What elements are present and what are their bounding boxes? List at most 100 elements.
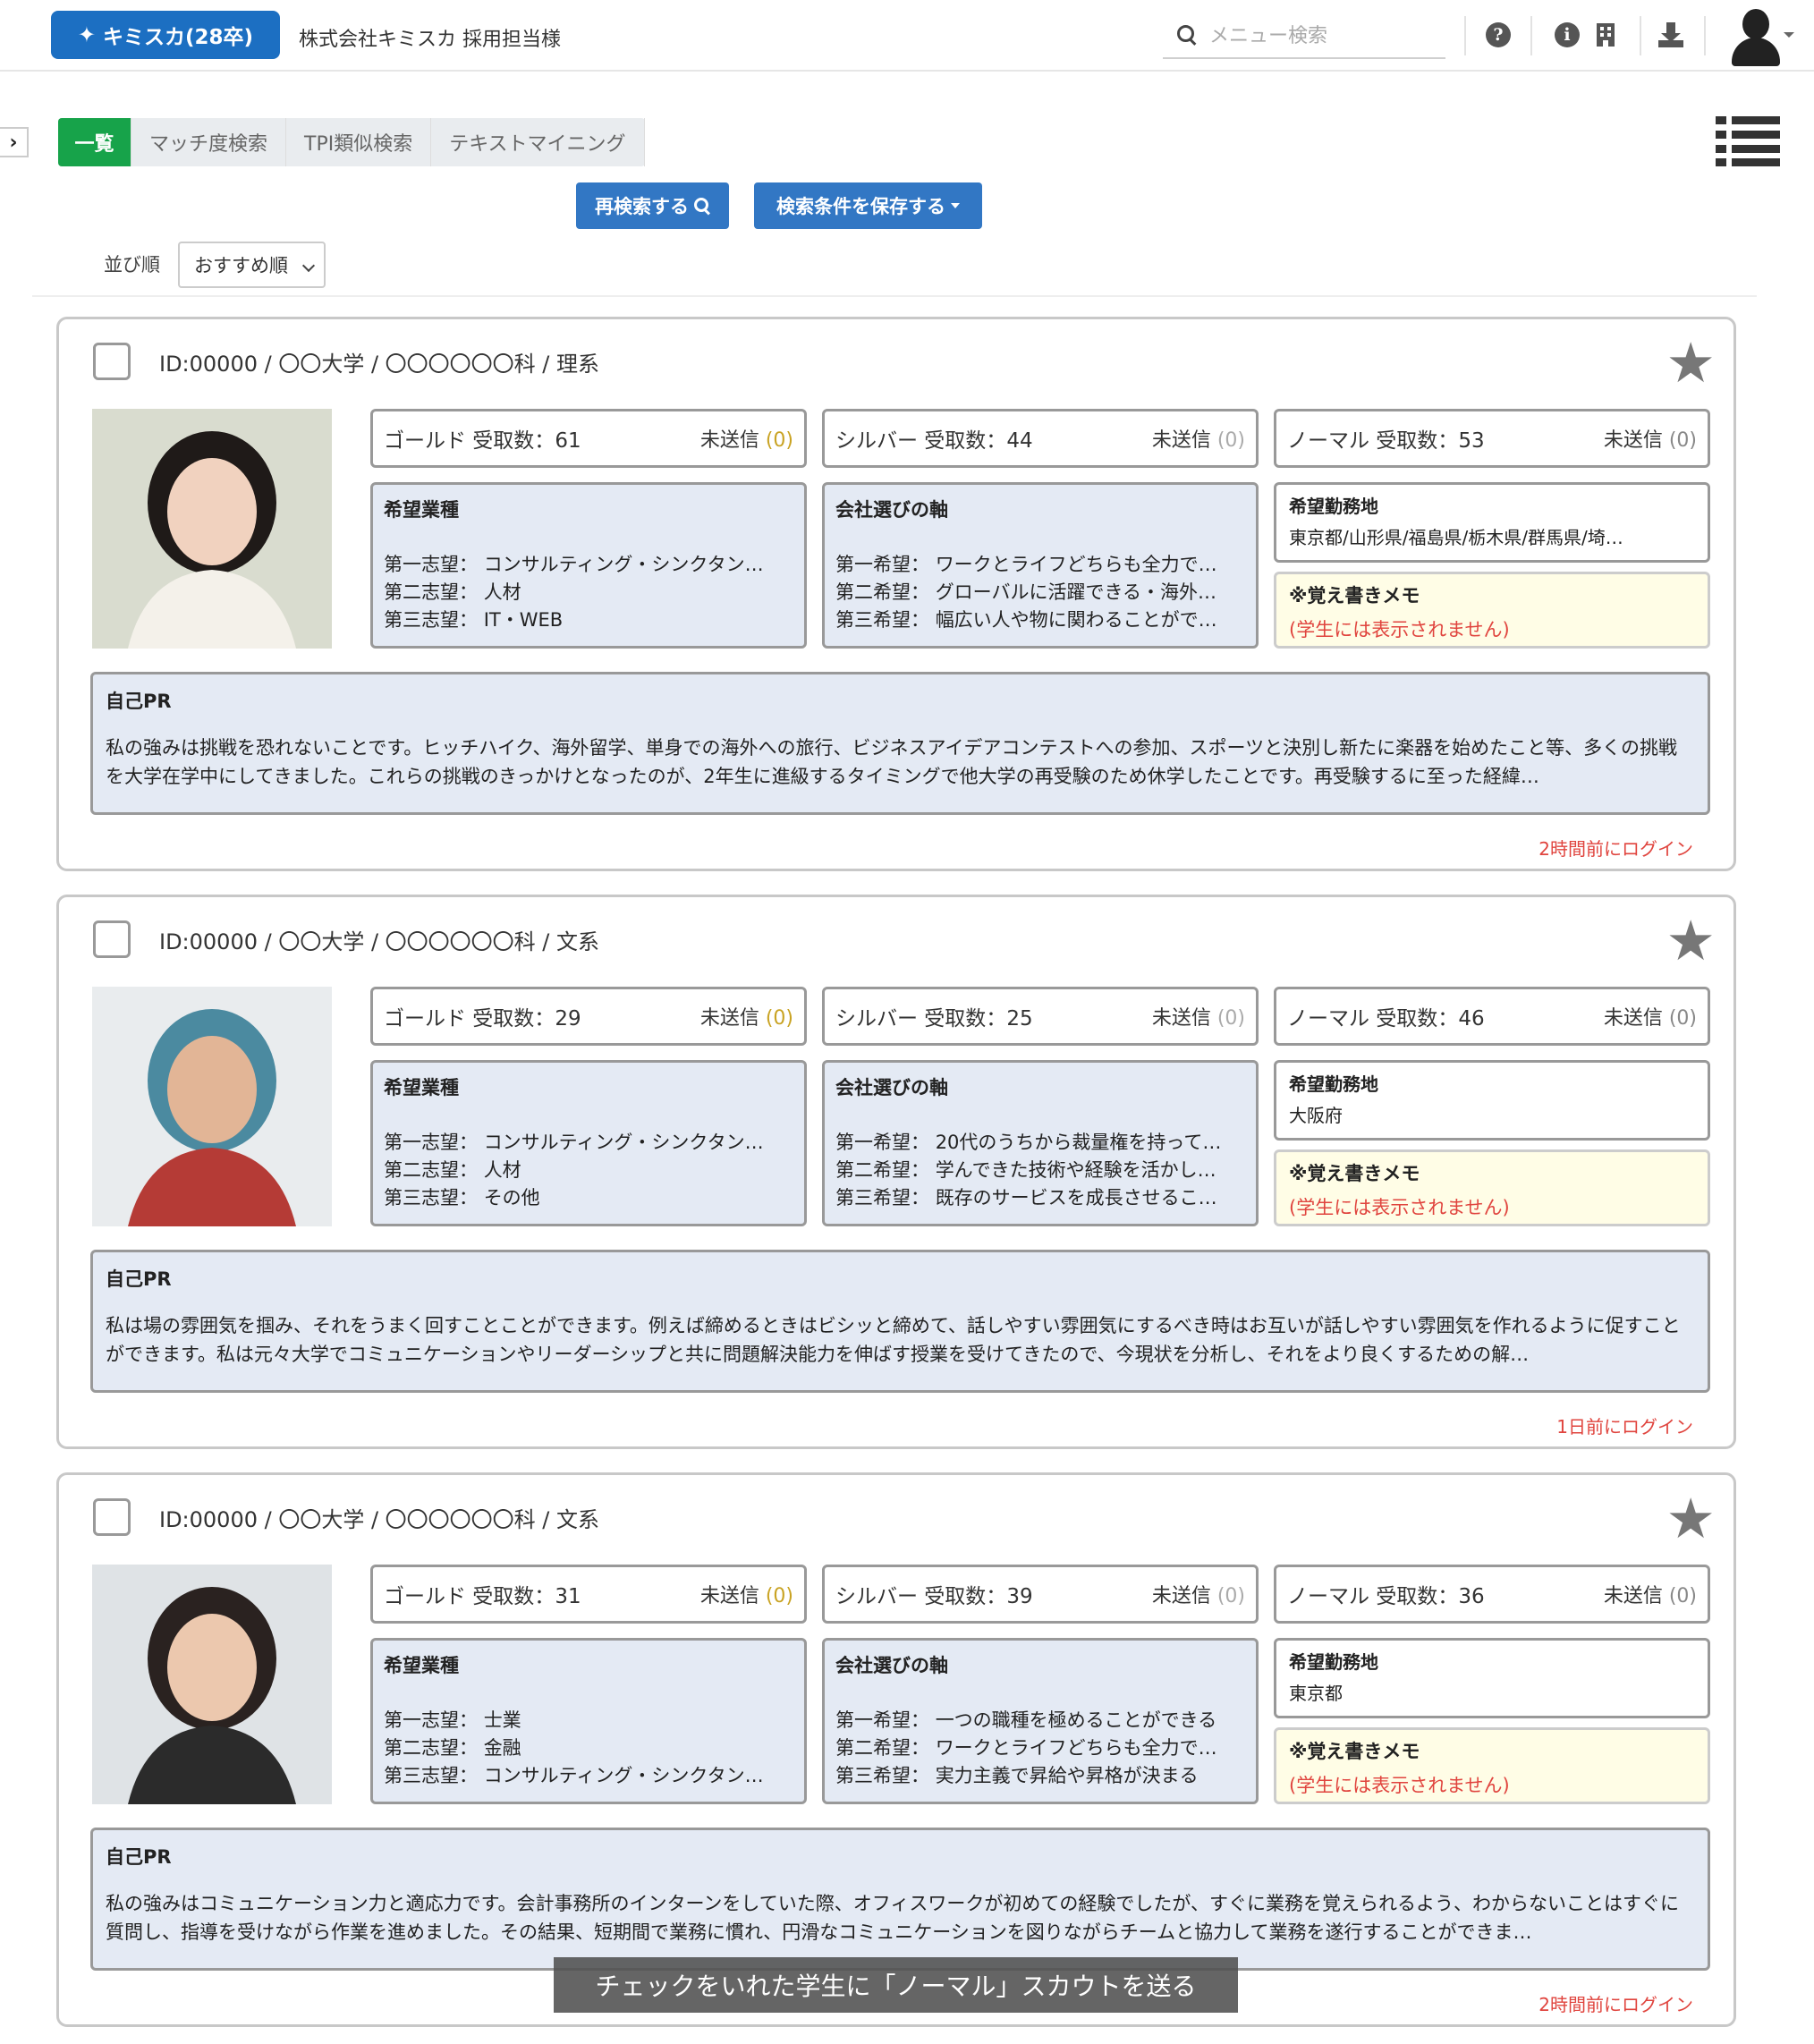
tab-list[interactable]: 一覧 (58, 118, 131, 166)
memo-box[interactable]: ※覚え書きメモ (学生には表示されません) (1274, 572, 1710, 649)
sort-select[interactable]: おすすめ順 (178, 242, 326, 288)
tab-tpi-search[interactable]: TPI類似検索 (286, 118, 432, 166)
search-icon (1175, 23, 1200, 48)
unsent-label: 未送信 (1151, 1007, 1211, 1030)
help-button[interactable]: ? (1485, 21, 1512, 48)
normal-unsent-count: (0) (1668, 429, 1697, 452)
industry-3: コンサルティング・シンクタン… (483, 1765, 764, 1786)
header-separator (1704, 16, 1706, 55)
header-separator (1640, 16, 1641, 55)
student-card: ID:00000 / 〇〇大学 / 〇〇〇〇〇〇科 / 文系 ★ ゴールド 受取… (56, 895, 1736, 1449)
student-title: ID:00000 / 〇〇大学 / 〇〇〇〇〇〇科 / 文系 (159, 929, 600, 954)
gold-label: ゴールド 受取数： (384, 1007, 555, 1030)
memo-box[interactable]: ※覚え書きメモ (学生には表示されません) (1274, 1149, 1710, 1226)
top-header: ✦ キミスカ(28卒) 株式会社キミスカ 採用担当様 ? i (0, 0, 1814, 72)
location-value: 東京都 (1289, 1683, 1343, 1704)
student-checkbox[interactable] (93, 343, 131, 380)
tab-match-search[interactable]: マッチ度検索 (131, 118, 287, 166)
building-icon (1597, 23, 1615, 47)
silver-unsent-count: (0) (1216, 429, 1245, 452)
star-icon[interactable]: ★ (1666, 913, 1716, 969)
silver-count-box: シルバー 受取数：44 未送信 (0) (822, 409, 1259, 468)
normal-count-box: ノーマル 受取数：46 未送信 (0) (1274, 987, 1710, 1046)
axis-1: 一つの職種を極めることができる (935, 1709, 1217, 1731)
company-axis-box: 会社選びの軸 第一希望： 一つの職種を極めることができる 第二希望： ワークとラ… (822, 1638, 1259, 1804)
choice-label: 第三志望： (384, 1187, 478, 1209)
location-value: 東京都/山形県/福島県/栃木県/群馬県/埼… (1289, 527, 1623, 548)
self-pr-text: 私の強みはコミュニケーション力と適応力です。会計事務所のインターンをしていた際、… (106, 1893, 1679, 1943)
gold-unsent-count: (0) (765, 1585, 793, 1607)
gold-unsent-count: (0) (765, 429, 793, 452)
hope-label: 第三希望： (835, 609, 929, 631)
self-pr-box: 自己PR 私の強みはコミュニケーション力と適応力です。会計事務所のインターンをし… (90, 1828, 1710, 1971)
research-label: 再検索する (595, 196, 689, 217)
industry-3: IT・WEB (483, 609, 564, 631)
self-pr-box: 自己PR 私の強みは挑戦を恐れないことです。ヒッチハイク、海外留学、単身での海外… (90, 672, 1710, 815)
memo-box[interactable]: ※覚え書きメモ (学生には表示されません) (1274, 1727, 1710, 1804)
save-conditions-button[interactable]: 検索条件を保存する (754, 182, 982, 229)
industry-title: 希望業種 (384, 1077, 459, 1098)
star-icon[interactable]: ★ (1666, 1491, 1716, 1547)
menu-search-input[interactable] (1209, 24, 1433, 47)
location-value: 大阪府 (1289, 1105, 1343, 1126)
silver-label: シルバー 受取数： (835, 1585, 1007, 1608)
user-icon[interactable] (1728, 4, 1782, 66)
company-name: 株式会社キミスカ 採用担当様 (299, 29, 561, 51)
industry-box: 希望業種 第一志望： コンサルティング・シンクタン… 第二志望： 人材 第三志望… (370, 1060, 807, 1226)
download-button[interactable] (1657, 21, 1684, 48)
silver-count: 39 (1006, 1585, 1033, 1608)
student-title: ID:00000 / 〇〇大学 / 〇〇〇〇〇〇科 / 文系 (159, 1507, 600, 1532)
hope-label: 第二希望： (835, 581, 929, 603)
search-tabs: 一覧 マッチ度検索 TPI類似検索 テキストマイニング (58, 118, 645, 166)
memo-title: ※覚え書きメモ (1289, 1163, 1420, 1184)
student-checkbox[interactable] (93, 1498, 131, 1536)
self-pr-title: 自己PR (106, 1846, 172, 1868)
silver-unsent-count: (0) (1216, 1007, 1245, 1030)
memo-note: (学生には表示されません) (1289, 1775, 1510, 1796)
choice-label: 第三志望： (384, 609, 478, 631)
list-view-toggle[interactable] (1716, 116, 1780, 166)
chevron-down-icon (301, 259, 316, 273)
research-button[interactable]: 再検索する (576, 182, 729, 229)
silver-count-box: シルバー 受取数：25 未送信 (0) (822, 987, 1259, 1046)
normal-count: 53 (1458, 429, 1485, 453)
choice-label: 第一志望： (384, 1132, 478, 1153)
memo-title: ※覚え書きメモ (1289, 585, 1420, 606)
choice-label: 第一志望： (384, 554, 478, 575)
info-button[interactable]: i (1554, 21, 1581, 48)
silver-count-box: シルバー 受取数：39 未送信 (0) (822, 1565, 1259, 1624)
sparkle-icon: ✦ (77, 22, 97, 47)
self-pr-text: 私の強みは挑戦を恐れないことです。ヒッチハイク、海外留学、単身での海外への旅行、… (106, 737, 1678, 787)
chevron-down-icon[interactable] (1784, 32, 1794, 38)
hope-label: 第二希望： (835, 1159, 929, 1181)
hope-label: 第一希望： (835, 1709, 929, 1731)
star-icon[interactable]: ★ (1666, 335, 1716, 391)
sidebar-toggle[interactable]: › (0, 127, 29, 157)
download-icon (1658, 22, 1683, 47)
gold-count-box: ゴールド 受取数：29 未送信 (0) (370, 987, 807, 1046)
self-pr-text: 私は場の雰囲気を掴み、それをうまく回すことことができます。例えば締めるときはビシ… (106, 1315, 1681, 1365)
location-title: 希望勤務地 (1289, 1651, 1378, 1673)
send-normal-scout-button[interactable]: チェックをいれた学生に「ノーマル」スカウトを送る (554, 1957, 1238, 2013)
header-separator (1530, 16, 1532, 55)
silver-count: 25 (1006, 1007, 1033, 1030)
company-button[interactable] (1592, 21, 1619, 48)
normal-unsent-count: (0) (1668, 1007, 1697, 1030)
normal-label: ノーマル 受取数： (1287, 1585, 1459, 1608)
location-title: 希望勤務地 (1289, 1073, 1378, 1095)
hope-label: 第二希望： (835, 1737, 929, 1759)
student-checkbox[interactable] (93, 920, 131, 958)
axis-2: 学んできた技術や経験を活かし… (935, 1159, 1216, 1181)
brand-button[interactable]: ✦ キミスカ(28卒) (51, 11, 280, 59)
student-photo (92, 1565, 332, 1804)
gold-count: 29 (555, 1007, 581, 1030)
axis-3: 既存のサービスを成長させるこ… (935, 1187, 1217, 1209)
axis-2: ワークとライフどちらも全力で… (935, 1737, 1217, 1759)
tab-text-mining[interactable]: テキストマイニング (431, 118, 645, 166)
axis-title: 会社選びの軸 (835, 499, 948, 521)
normal-count: 36 (1458, 1585, 1485, 1608)
gold-count: 31 (555, 1585, 581, 1608)
gold-count: 61 (555, 429, 581, 453)
unsent-label: 未送信 (1603, 1585, 1663, 1607)
hope-label: 第三希望： (835, 1187, 929, 1209)
